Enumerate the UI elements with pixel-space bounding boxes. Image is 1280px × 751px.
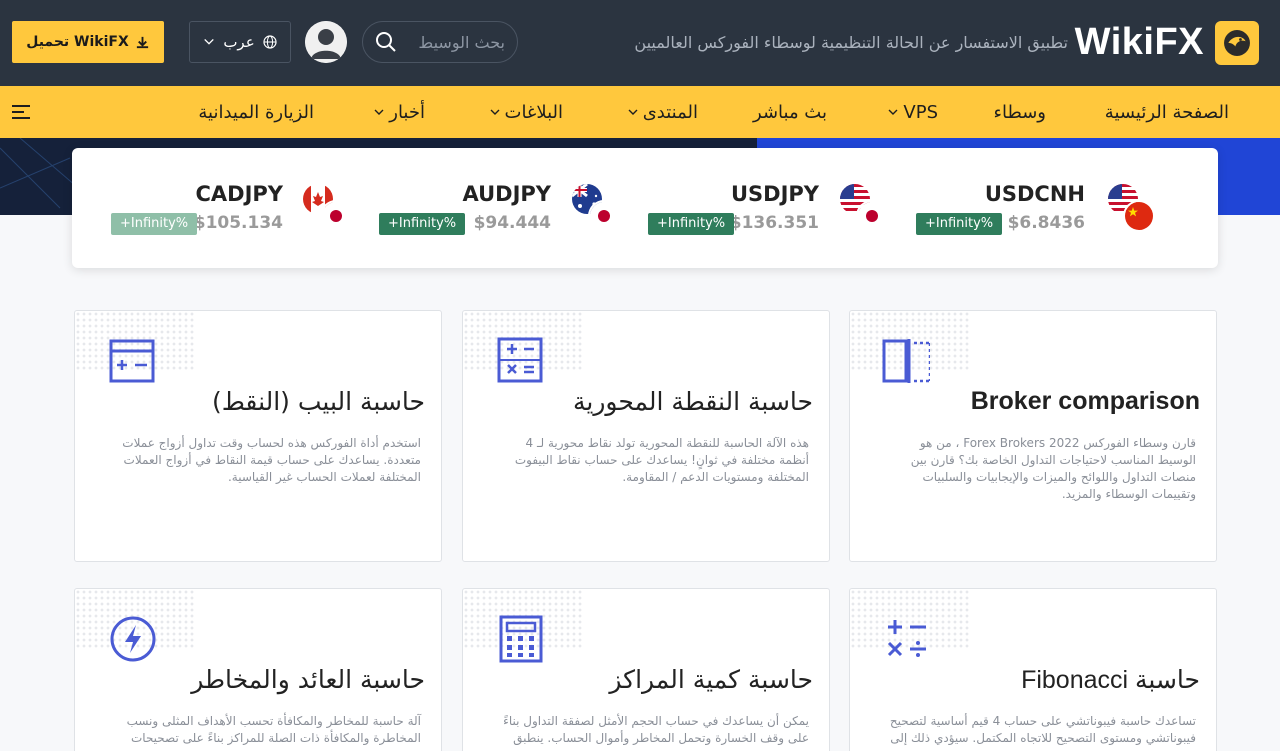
chevron-down-icon <box>628 109 638 115</box>
search-icon <box>376 32 396 52</box>
tool-description: استخدم أداة الفوركس هذه لحساب وقت تداول … <box>122 436 421 484</box>
tool-title: حاسبة العائد والمخاطر <box>191 665 425 694</box>
tool-description: قارن وسطاء الفوركس Forex Brokers 2022 ، … <box>910 436 1196 501</box>
quote-change-badge: +Infinity% <box>648 213 735 235</box>
quote-change-badge: +Infinity% <box>111 213 198 235</box>
quote-price: $105.134 <box>193 213 283 233</box>
user-icon <box>305 21 347 63</box>
quote-price: $94.444 <box>473 213 551 233</box>
nav-label: VPS <box>903 101 938 123</box>
quote-symbol: USDJPY <box>730 182 819 206</box>
quote-change-badge: +Infinity% <box>916 213 1003 235</box>
tool-title: حاسبة Fibonacci <box>1021 666 1200 694</box>
nav-reports[interactable]: البلاغات <box>489 86 564 138</box>
nav-home[interactable]: الصفحة الرئيسية <box>1105 86 1229 138</box>
nav-label: البلاغات <box>504 101 564 123</box>
download-icon <box>136 36 148 48</box>
avatar[interactable] <box>305 21 347 63</box>
tool-title: حاسبة النقطة المحورية <box>572 387 813 416</box>
quote-audjpy[interactable]: AUDJPY $94.444 +Infinity% <box>379 148 659 268</box>
nav-label: الصفحة الرئيسية <box>1104 101 1229 123</box>
tool-title: Broker comparison <box>970 387 1200 415</box>
currency-quotes-panel: USDCNH $6.8436 +Infinity% USDJPY $136.35… <box>72 148 1218 268</box>
nav-label: المنتدى <box>642 101 698 123</box>
nav-field-visit[interactable]: الزيارة الميدانية <box>198 86 314 138</box>
chevron-down-icon <box>490 109 499 115</box>
quote-price: $136.351 <box>729 213 819 233</box>
nav-label: الزيارة الميدانية <box>198 101 314 123</box>
calculator-ops-icon <box>497 337 543 383</box>
tool-title: حاسبة البيب (النقط) <box>211 387 425 416</box>
eagle-logo-icon <box>1224 30 1250 56</box>
chevron-down-icon <box>888 109 898 115</box>
nav-news[interactable]: أخبار <box>373 86 425 138</box>
nav-vps[interactable]: VPS <box>887 86 938 138</box>
tool-description: هذه الآلة الحاسبة للنقطة المحورية تولد ن… <box>514 436 809 484</box>
quote-usdcnh[interactable]: USDCNH $6.8436 +Infinity% <box>915 148 1215 268</box>
tool-card-risk-reward[interactable]: حاسبة العائد والمخاطر آلة حاسبة للمخاطر … <box>74 588 442 751</box>
download-label: تحميل WikiFX <box>26 34 129 50</box>
tool-card-pip-calculator[interactable]: حاسبة البيب (النقط) استخدم أداة الفوركس … <box>74 310 442 562</box>
globe-icon <box>263 35 277 49</box>
broker-search[interactable] <box>362 21 518 63</box>
brand-name[interactable]: WikiFX <box>1075 20 1204 64</box>
lightning-icon <box>110 616 156 662</box>
chevron-down-icon <box>204 38 215 45</box>
tool-description: تساعدك حاسبة فيبوناتشي على حساب 4 قيم أس… <box>889 714 1196 745</box>
nav-brokers[interactable]: وسطاء <box>994 86 1047 138</box>
tool-title: حاسبة كمية المراكز <box>609 665 813 694</box>
language-selector[interactable]: عرب <box>189 21 291 63</box>
compare-icon <box>882 339 930 383</box>
header-tagline: تطبيق الاستفسار عن الحالة التنظيمية لوسط… <box>634 33 1068 52</box>
quote-symbol: USDCNH <box>984 182 1085 206</box>
nav-label: وسطاء <box>993 101 1047 123</box>
nav-label: أخبار <box>389 101 425 123</box>
jp-flag-icon <box>590 202 618 230</box>
language-label: عرب <box>223 33 255 51</box>
tool-description: آلة حاسبة للمخاطر والمكافأة تحسب الأهداف… <box>126 714 421 745</box>
tool-description: يمكن أن يساعدك في حساب الحجم الأمثل لصفق… <box>503 714 809 745</box>
fibonacci-icon <box>887 620 926 657</box>
quote-symbol: CADJPY <box>195 182 283 206</box>
quote-cadjpy[interactable]: CADJPY $105.134 +Infinity% <box>111 148 391 268</box>
jp-flag-icon <box>322 202 350 230</box>
pip-calculator-icon <box>109 339 155 383</box>
tool-card-broker-comparison[interactable]: Broker comparison قارن وسطاء الفوركس For… <box>849 310 1217 562</box>
hamburger-menu-icon[interactable] <box>12 104 32 120</box>
tool-card-pivot-calculator[interactable]: حاسبة النقطة المحورية هذه الآلة الحاسبة … <box>462 310 830 562</box>
quote-usdjpy[interactable]: USDJPY $136.351 +Infinity% <box>647 148 927 268</box>
chevron-down-icon <box>374 109 384 115</box>
quote-price: $6.8436 <box>1007 213 1085 233</box>
nav-forum[interactable]: المنتدى <box>627 86 698 138</box>
quote-change-badge: +Infinity% <box>379 213 466 235</box>
tool-card-fibonacci[interactable]: حاسبة Fibonacci تساعدك حاسبة فيبوناتشي ع… <box>849 588 1217 751</box>
search-input[interactable] <box>405 32 505 52</box>
nav-label: بث مباشر <box>753 101 827 123</box>
quote-symbol: AUDJPY <box>462 182 551 206</box>
download-app-button[interactable]: تحميل WikiFX <box>12 21 164 63</box>
position-calculator-icon <box>499 615 543 663</box>
wikifx-logo[interactable] <box>1215 21 1259 65</box>
jp-flag-icon <box>858 202 886 230</box>
tool-card-position-size[interactable]: حاسبة كمية المراكز يمكن أن يساعدك في حسا… <box>462 588 830 751</box>
cn-flag-icon <box>1125 202 1153 230</box>
nav-live[interactable]: بث مباشر <box>753 86 827 138</box>
